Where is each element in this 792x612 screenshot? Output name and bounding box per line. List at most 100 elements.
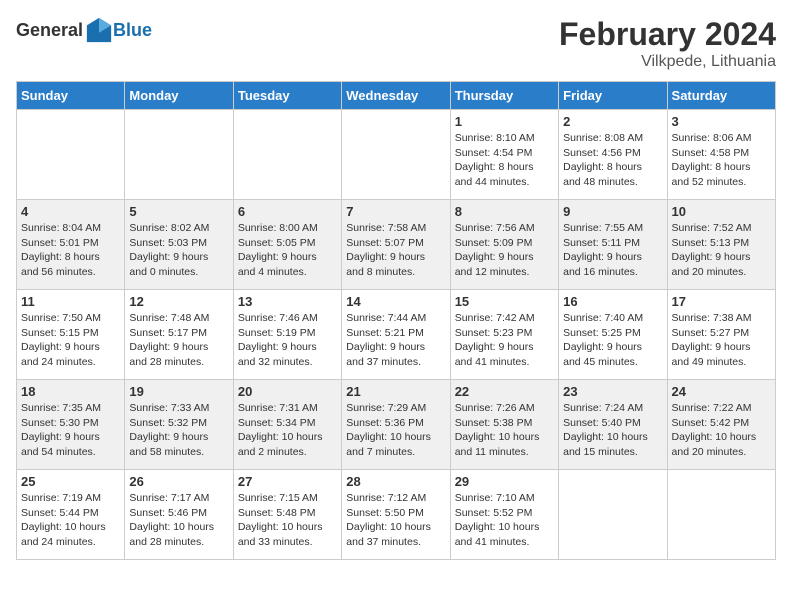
day-number: 8 [455, 204, 554, 219]
calendar-cell [667, 470, 775, 560]
day-info: Sunrise: 7:55 AM Sunset: 5:11 PM Dayligh… [563, 221, 662, 280]
day-number: 28 [346, 474, 445, 489]
day-info: Sunrise: 7:26 AM Sunset: 5:38 PM Dayligh… [455, 401, 554, 460]
day-number: 10 [672, 204, 771, 219]
logo-icon [85, 16, 113, 44]
day-number: 29 [455, 474, 554, 489]
day-info: Sunrise: 7:52 AM Sunset: 5:13 PM Dayligh… [672, 221, 771, 280]
calendar-cell: 15 Sunrise: 7:42 AM Sunset: 5:23 PM Dayli… [450, 290, 558, 380]
day-number: 24 [672, 384, 771, 399]
day-number: 25 [21, 474, 120, 489]
calendar-cell: 19 Sunrise: 7:33 AM Sunset: 5:32 PM Dayli… [125, 380, 233, 470]
day-number: 16 [563, 294, 662, 309]
calendar-cell: 13 Sunrise: 7:46 AM Sunset: 5:19 PM Dayli… [233, 290, 341, 380]
day-info: Sunrise: 7:42 AM Sunset: 5:23 PM Dayligh… [455, 311, 554, 370]
day-info: Sunrise: 8:00 AM Sunset: 5:05 PM Dayligh… [238, 221, 337, 280]
day-info: Sunrise: 7:10 AM Sunset: 5:52 PM Dayligh… [455, 491, 554, 550]
calendar-cell: 6 Sunrise: 8:00 AM Sunset: 5:05 PM Daylig… [233, 200, 341, 290]
day-info: Sunrise: 7:31 AM Sunset: 5:34 PM Dayligh… [238, 401, 337, 460]
day-number: 4 [21, 204, 120, 219]
weekday-header-sunday: Sunday [17, 82, 125, 110]
day-info: Sunrise: 7:48 AM Sunset: 5:17 PM Dayligh… [129, 311, 228, 370]
calendar-week-1: 1Sunrise: 8:10 AM Sunset: 4:54 PM Daylig… [17, 110, 776, 200]
weekday-header-row: SundayMondayTuesdayWednesdayThursdayFrid… [17, 82, 776, 110]
weekday-header-monday: Monday [125, 82, 233, 110]
day-info: Sunrise: 8:02 AM Sunset: 5:03 PM Dayligh… [129, 221, 228, 280]
calendar-body: 1Sunrise: 8:10 AM Sunset: 4:54 PM Daylig… [17, 110, 776, 560]
calendar-table: SundayMondayTuesdayWednesdayThursdayFrid… [16, 81, 776, 560]
calendar-cell [17, 110, 125, 200]
calendar-cell: 29 Sunrise: 7:10 AM Sunset: 5:52 PM Dayli… [450, 470, 558, 560]
day-number: 13 [238, 294, 337, 309]
title-area: February 2024 Vilkpede, Lithuania [559, 16, 776, 71]
day-number: 15 [455, 294, 554, 309]
day-number: 12 [129, 294, 228, 309]
day-number: 22 [455, 384, 554, 399]
day-info: Sunrise: 7:56 AM Sunset: 5:09 PM Dayligh… [455, 221, 554, 280]
calendar-cell: 4 Sunrise: 8:04 AM Sunset: 5:01 PM Daylig… [17, 200, 125, 290]
calendar-cell [125, 110, 233, 200]
weekday-header-saturday: Saturday [667, 82, 775, 110]
weekday-header-thursday: Thursday [450, 82, 558, 110]
day-number: 6 [238, 204, 337, 219]
calendar-cell: 24 Sunrise: 7:22 AM Sunset: 5:42 PM Dayli… [667, 380, 775, 470]
day-info: Sunrise: 7:24 AM Sunset: 5:40 PM Dayligh… [563, 401, 662, 460]
calendar-cell [342, 110, 450, 200]
calendar-cell: 25 Sunrise: 7:19 AM Sunset: 5:44 PM Dayli… [17, 470, 125, 560]
calendar-cell: 20Sunrise: 7:31 AM Sunset: 5:34 PM Dayli… [233, 380, 341, 470]
calendar-cell: 2 Sunrise: 8:08 AM Sunset: 4:56 PM Daylig… [559, 110, 667, 200]
calendar-cell: 3 Sunrise: 8:06 AM Sunset: 4:58 PM Daylig… [667, 110, 775, 200]
day-info: Sunrise: 7:38 AM Sunset: 5:27 PM Dayligh… [672, 311, 771, 370]
calendar-cell: 11 Sunrise: 7:50 AM Sunset: 5:15 PM Dayli… [17, 290, 125, 380]
weekday-header-friday: Friday [559, 82, 667, 110]
day-info: Sunrise: 7:50 AM Sunset: 5:15 PM Dayligh… [21, 311, 120, 370]
calendar-cell: 27 Sunrise: 7:15 AM Sunset: 5:48 PM Dayli… [233, 470, 341, 560]
day-info: Sunrise: 7:58 AM Sunset: 5:07 PM Dayligh… [346, 221, 445, 280]
day-info: Sunrise: 7:17 AM Sunset: 5:46 PM Dayligh… [129, 491, 228, 550]
logo: General Blue [16, 16, 152, 44]
day-info: Sunrise: 7:40 AM Sunset: 5:25 PM Dayligh… [563, 311, 662, 370]
day-info: Sunrise: 7:35 AM Sunset: 5:30 PM Dayligh… [21, 401, 120, 460]
day-info: Sunrise: 8:10 AM Sunset: 4:54 PM Dayligh… [455, 131, 554, 190]
day-info: Sunrise: 7:46 AM Sunset: 5:19 PM Dayligh… [238, 311, 337, 370]
calendar-cell: 12 Sunrise: 7:48 AM Sunset: 5:17 PM Dayli… [125, 290, 233, 380]
calendar-week-3: 11 Sunrise: 7:50 AM Sunset: 5:15 PM Dayli… [17, 290, 776, 380]
day-info: Sunrise: 7:33 AM Sunset: 5:32 PM Dayligh… [129, 401, 228, 460]
day-number: 14 [346, 294, 445, 309]
day-info: Sunrise: 7:44 AM Sunset: 5:21 PM Dayligh… [346, 311, 445, 370]
calendar-cell: 8 Sunrise: 7:56 AM Sunset: 5:09 PM Daylig… [450, 200, 558, 290]
calendar-week-5: 25 Sunrise: 7:19 AM Sunset: 5:44 PM Dayli… [17, 470, 776, 560]
day-info: Sunrise: 8:08 AM Sunset: 4:56 PM Dayligh… [563, 131, 662, 190]
location-title: Vilkpede, Lithuania [559, 53, 776, 71]
day-info: Sunrise: 8:06 AM Sunset: 4:58 PM Dayligh… [672, 131, 771, 190]
calendar-week-2: 4 Sunrise: 8:04 AM Sunset: 5:01 PM Daylig… [17, 200, 776, 290]
day-number: 11 [21, 294, 120, 309]
day-number: 26 [129, 474, 228, 489]
day-info: Sunrise: 7:22 AM Sunset: 5:42 PM Dayligh… [672, 401, 771, 460]
day-number: 27 [238, 474, 337, 489]
day-info: Sunrise: 8:04 AM Sunset: 5:01 PM Dayligh… [21, 221, 120, 280]
calendar-cell: 14 Sunrise: 7:44 AM Sunset: 5:21 PM Dayli… [342, 290, 450, 380]
calendar-cell: 18Sunrise: 7:35 AM Sunset: 5:30 PM Dayli… [17, 380, 125, 470]
calendar-cell: 7Sunrise: 7:58 AM Sunset: 5:07 PM Daylig… [342, 200, 450, 290]
logo-blue: Blue [113, 20, 152, 41]
day-number: 19 [129, 384, 228, 399]
calendar-cell: 28 Sunrise: 7:12 AM Sunset: 5:50 PM Dayli… [342, 470, 450, 560]
day-number: 5 [129, 204, 228, 219]
day-number: 17 [672, 294, 771, 309]
calendar-week-4: 18Sunrise: 7:35 AM Sunset: 5:30 PM Dayli… [17, 380, 776, 470]
day-number: 9 [563, 204, 662, 219]
day-number: 2 [563, 114, 662, 129]
day-number: 3 [672, 114, 771, 129]
calendar-cell: 16 Sunrise: 7:40 AM Sunset: 5:25 PM Dayli… [559, 290, 667, 380]
day-number: 21 [346, 384, 445, 399]
calendar-cell: 22 Sunrise: 7:26 AM Sunset: 5:38 PM Dayli… [450, 380, 558, 470]
day-number: 23 [563, 384, 662, 399]
calendar-cell: 21Sunrise: 7:29 AM Sunset: 5:36 PM Dayli… [342, 380, 450, 470]
day-info: Sunrise: 7:15 AM Sunset: 5:48 PM Dayligh… [238, 491, 337, 550]
calendar-cell: 23 Sunrise: 7:24 AM Sunset: 5:40 PM Dayli… [559, 380, 667, 470]
header: General Blue February 2024 Vilkpede, Lit… [16, 16, 776, 71]
day-info: Sunrise: 7:19 AM Sunset: 5:44 PM Dayligh… [21, 491, 120, 550]
day-info: Sunrise: 7:12 AM Sunset: 5:50 PM Dayligh… [346, 491, 445, 550]
calendar-cell: 17 Sunrise: 7:38 AM Sunset: 5:27 PM Dayli… [667, 290, 775, 380]
